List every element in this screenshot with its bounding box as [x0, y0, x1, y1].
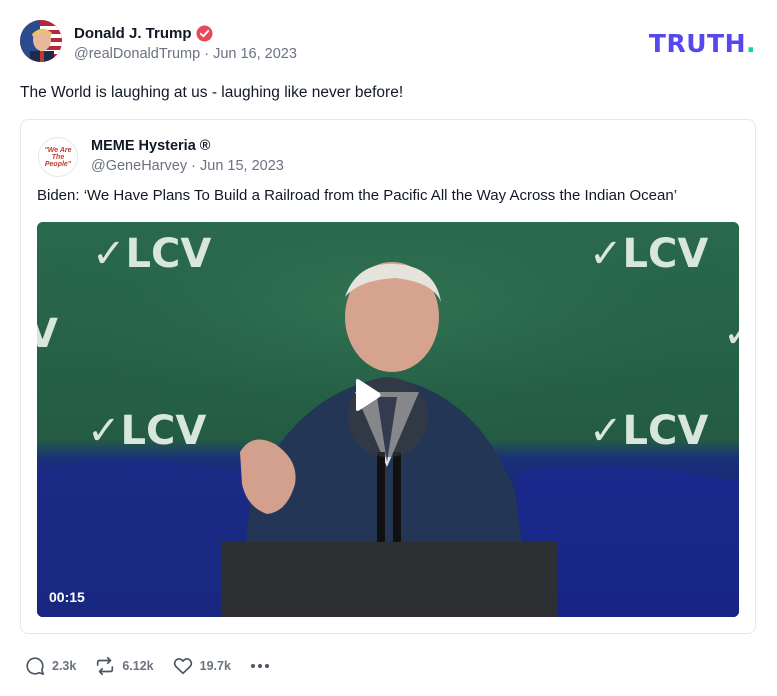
quoted-post-card[interactable]: "We Are The People" MEME Hysteria ® @Gen…: [20, 119, 756, 634]
quoted-author-avatar[interactable]: "We Are The People": [38, 137, 78, 177]
reply-icon: [26, 657, 45, 675]
video-duration: 00:15: [49, 589, 85, 605]
quoted-post-header: "We Are The People" MEME Hysteria ® @Gen…: [38, 137, 284, 177]
svg-text:✓LCV: ✓LCV: [87, 408, 206, 454]
truth-logo[interactable]: TRUTH.: [649, 29, 756, 58]
more-options-icon[interactable]: [250, 664, 269, 668]
quoted-author-name[interactable]: MEME Hysteria ®: [91, 138, 284, 154]
verified-badge-icon: [196, 25, 213, 42]
retruth-count: 6.12k: [122, 659, 154, 673]
post-text: The World is laughing at us - laughing l…: [20, 84, 404, 101]
author-avatar[interactable]: [20, 20, 62, 62]
like-button[interactable]: 19.7k: [172, 655, 231, 677]
author-name[interactable]: Donald J. Trump: [74, 25, 192, 42]
post-header: Donald J. Trump @realDonaldTrump · Jun 1…: [20, 20, 297, 62]
svg-text:✓: ✓: [723, 311, 739, 357]
play-icon: [356, 379, 381, 411]
svg-text:✓LCV: ✓LCV: [589, 231, 708, 277]
quoted-post-text: Biden: ‘We Have Plans To Build a Railroa…: [37, 187, 678, 204]
quoted-author-handle-date: @GeneHarvey · Jun 15, 2023: [91, 158, 284, 174]
reply-count: 2.3k: [52, 659, 77, 673]
svg-text:V: V: [37, 311, 58, 357]
action-bar: 2.3k 6.12k 19.7k: [24, 655, 269, 677]
video-player[interactable]: ✓LCV ✓LCV V ✓LCV ✓LCV ✓ 00:15: [37, 222, 739, 617]
author-handle-date: @realDonaldTrump · Jun 16, 2023: [74, 46, 297, 62]
retruth-button[interactable]: 6.12k: [94, 655, 154, 677]
repost-icon: [97, 656, 114, 676]
heart-icon: [173, 658, 192, 675]
like-count: 19.7k: [199, 659, 231, 673]
svg-text:✓LCV: ✓LCV: [92, 231, 211, 277]
play-button[interactable]: [348, 377, 428, 457]
svg-text:✓LCV: ✓LCV: [589, 408, 708, 454]
reply-button[interactable]: 2.3k: [24, 655, 76, 677]
